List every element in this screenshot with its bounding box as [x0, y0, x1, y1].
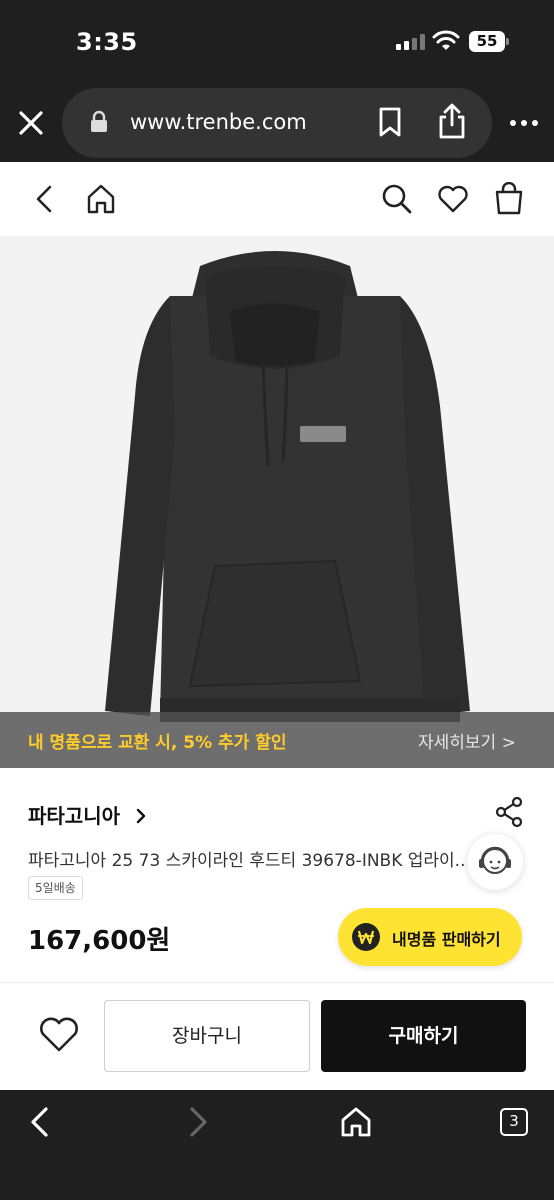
product-price: 167,600원 [28, 926, 171, 956]
search-icon[interactable] [380, 182, 414, 216]
more-icon[interactable] [508, 116, 540, 130]
customer-service-button[interactable] [467, 834, 523, 890]
home-icon[interactable] [338, 1104, 374, 1140]
shopping-bag-icon[interactable] [492, 182, 526, 216]
divider [0, 982, 554, 983]
status-time: 3:35 [76, 28, 138, 56]
heart-icon[interactable] [436, 182, 470, 216]
home-icon[interactable] [84, 182, 118, 216]
chevron-right-icon[interactable] [180, 1104, 216, 1140]
promo-text: 내 명품으로 교환 시, 5% 추가 할인 [28, 733, 287, 753]
promo-detail-link[interactable]: 자세히보기 > [418, 728, 516, 753]
brand-link[interactable]: 파타고니아 [28, 800, 147, 829]
product-name: 파타고니아 25 73 스카이라인 후드티 39678-INBK 업라이... [28, 851, 471, 871]
shipping-badge: 5일배송 [28, 876, 83, 900]
chevron-left-icon[interactable] [22, 1104, 58, 1140]
browser-address-bar: www.trenbe.com [0, 84, 554, 162]
sell-button-label: 내명품 판매하기 [392, 930, 501, 949]
status-bar: 3:35 55 [0, 0, 554, 84]
brand-name: 파타고니아 [28, 804, 120, 828]
browser-toolbar: 3 [0, 1090, 554, 1200]
promo-banner[interactable]: 내 명품으로 교환 시, 5% 추가 할인 자세히보기 > [0, 712, 554, 768]
battery-indicator: 55 [469, 31, 505, 52]
url-text: www.trenbe.com [130, 110, 307, 134]
wifi-icon [432, 30, 460, 50]
tabs-icon[interactable]: 3 [500, 1108, 528, 1136]
site-header [0, 162, 554, 236]
add-to-cart-button[interactable]: 장바구니 [104, 1000, 310, 1072]
wishlist-heart-icon[interactable] [38, 1014, 80, 1054]
close-icon[interactable] [14, 106, 48, 140]
back-icon[interactable] [28, 182, 62, 216]
battery-tip [506, 38, 509, 45]
chevron-right-icon [136, 808, 146, 824]
won-icon [352, 923, 380, 951]
bookmark-icon[interactable] [376, 106, 404, 138]
signal-icon [396, 34, 426, 50]
buy-now-button[interactable]: 구매하기 [321, 1000, 526, 1072]
hoodie-image [105, 251, 470, 722]
product-image[interactable] [0, 236, 554, 768]
lock-icon [91, 110, 107, 132]
sell-luxury-button[interactable]: 내명품 판매하기 [338, 908, 522, 966]
customer-service-icon [479, 846, 511, 874]
share-node-icon[interactable] [494, 796, 524, 828]
share-icon[interactable] [436, 102, 468, 140]
